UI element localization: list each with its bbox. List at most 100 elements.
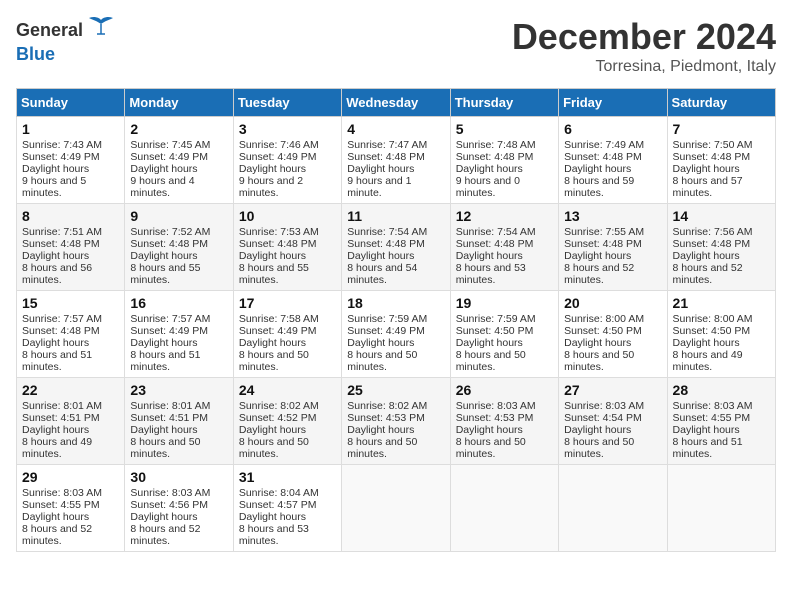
daylight-duration: 8 hours and 55 minutes. [239, 262, 309, 286]
daylight-label: Daylight hours [673, 163, 740, 175]
sunrise-text: Sunrise: 8:00 AM [564, 313, 644, 325]
sunrise-text: Sunrise: 7:51 AM [22, 226, 102, 238]
sunrise-text: Sunrise: 8:02 AM [347, 400, 427, 412]
daylight-duration: 8 hours and 52 minutes. [22, 523, 92, 547]
empty-cell [450, 465, 558, 552]
day-number: 4 [347, 121, 444, 137]
daylight-duration: 8 hours and 49 minutes. [673, 349, 743, 373]
day-cell: 12 Sunrise: 7:54 AM Sunset: 4:48 PM Dayl… [450, 204, 558, 291]
day-number: 26 [456, 382, 553, 398]
daylight-label: Daylight hours [564, 163, 631, 175]
daylight-duration: 8 hours and 49 minutes. [22, 436, 92, 460]
day-cell: 3 Sunrise: 7:46 AM Sunset: 4:49 PM Dayli… [233, 117, 341, 204]
sunset-text: Sunset: 4:48 PM [456, 238, 534, 250]
day-number: 8 [22, 208, 119, 224]
day-cell: 29 Sunrise: 8:03 AM Sunset: 4:55 PM Dayl… [17, 465, 125, 552]
daylight-duration: 8 hours and 50 minutes. [456, 349, 526, 373]
daylight-duration: 8 hours and 57 minutes. [673, 175, 743, 199]
daylight-label: Daylight hours [22, 511, 89, 523]
sunrise-text: Sunrise: 7:56 AM [673, 226, 753, 238]
daylight-label: Daylight hours [22, 424, 89, 436]
daylight-label: Daylight hours [564, 424, 631, 436]
sunrise-text: Sunrise: 7:49 AM [564, 139, 644, 151]
day-cell: 14 Sunrise: 7:56 AM Sunset: 4:48 PM Dayl… [667, 204, 775, 291]
day-cell: 31 Sunrise: 8:04 AM Sunset: 4:57 PM Dayl… [233, 465, 341, 552]
daylight-duration: 8 hours and 53 minutes. [239, 523, 309, 547]
sunset-text: Sunset: 4:48 PM [564, 151, 642, 163]
empty-cell [667, 465, 775, 552]
sunset-text: Sunset: 4:57 PM [239, 499, 317, 511]
sunset-text: Sunset: 4:48 PM [130, 238, 208, 250]
daylight-label: Daylight hours [673, 250, 740, 262]
day-cell: 24 Sunrise: 8:02 AM Sunset: 4:52 PM Dayl… [233, 378, 341, 465]
daylight-duration: 8 hours and 59 minutes. [564, 175, 634, 199]
daylight-duration: 8 hours and 50 minutes. [130, 436, 200, 460]
sunset-text: Sunset: 4:55 PM [22, 499, 100, 511]
day-number: 18 [347, 295, 444, 311]
week-row: 8 Sunrise: 7:51 AM Sunset: 4:48 PM Dayli… [17, 204, 776, 291]
logo: General Blue [16, 16, 115, 65]
daylight-label: Daylight hours [347, 250, 414, 262]
daylight-label: Daylight hours [239, 337, 306, 349]
sunset-text: Sunset: 4:51 PM [22, 412, 100, 424]
daylight-duration: 8 hours and 55 minutes. [130, 262, 200, 286]
daylight-label: Daylight hours [239, 163, 306, 175]
location-subtitle: Torresina, Piedmont, Italy [512, 58, 776, 76]
daylight-duration: 9 hours and 1 minute. [347, 175, 411, 199]
day-number: 3 [239, 121, 336, 137]
sunrise-text: Sunrise: 7:50 AM [673, 139, 753, 151]
daylight-duration: 8 hours and 50 minutes. [456, 436, 526, 460]
week-row: 1 Sunrise: 7:43 AM Sunset: 4:49 PM Dayli… [17, 117, 776, 204]
sunrise-text: Sunrise: 7:57 AM [22, 313, 102, 325]
sunrise-text: Sunrise: 8:01 AM [130, 400, 210, 412]
day-number: 28 [673, 382, 770, 398]
week-row: 22 Sunrise: 8:01 AM Sunset: 4:51 PM Dayl… [17, 378, 776, 465]
col-tuesday: Tuesday [233, 89, 341, 117]
day-cell: 28 Sunrise: 8:03 AM Sunset: 4:55 PM Dayl… [667, 378, 775, 465]
sunset-text: Sunset: 4:48 PM [673, 238, 751, 250]
sunset-text: Sunset: 4:49 PM [130, 151, 208, 163]
sunset-text: Sunset: 4:48 PM [456, 151, 534, 163]
sunset-text: Sunset: 4:51 PM [130, 412, 208, 424]
sunrise-text: Sunrise: 7:48 AM [456, 139, 536, 151]
day-number: 17 [239, 295, 336, 311]
daylight-label: Daylight hours [456, 250, 523, 262]
daylight-label: Daylight hours [564, 250, 631, 262]
daylight-label: Daylight hours [130, 424, 197, 436]
day-number: 20 [564, 295, 661, 311]
day-number: 21 [673, 295, 770, 311]
sunset-text: Sunset: 4:48 PM [239, 238, 317, 250]
sunrise-text: Sunrise: 7:59 AM [347, 313, 427, 325]
sunset-text: Sunset: 4:48 PM [564, 238, 642, 250]
logo-text: General [16, 20, 83, 41]
daylight-label: Daylight hours [456, 424, 523, 436]
day-number: 15 [22, 295, 119, 311]
day-cell: 27 Sunrise: 8:03 AM Sunset: 4:54 PM Dayl… [559, 378, 667, 465]
day-number: 29 [22, 469, 119, 485]
sunrise-text: Sunrise: 7:53 AM [239, 226, 319, 238]
sunset-text: Sunset: 4:49 PM [22, 151, 100, 163]
day-number: 23 [130, 382, 227, 398]
daylight-label: Daylight hours [456, 337, 523, 349]
sunset-text: Sunset: 4:48 PM [673, 151, 751, 163]
day-cell: 23 Sunrise: 8:01 AM Sunset: 4:51 PM Dayl… [125, 378, 233, 465]
sunrise-text: Sunrise: 8:03 AM [673, 400, 753, 412]
sunset-text: Sunset: 4:50 PM [456, 325, 534, 337]
col-monday: Monday [125, 89, 233, 117]
day-cell: 21 Sunrise: 8:00 AM Sunset: 4:50 PM Dayl… [667, 291, 775, 378]
day-cell: 20 Sunrise: 8:00 AM Sunset: 4:50 PM Dayl… [559, 291, 667, 378]
sunset-text: Sunset: 4:50 PM [564, 325, 642, 337]
sunset-text: Sunset: 4:49 PM [130, 325, 208, 337]
daylight-label: Daylight hours [239, 250, 306, 262]
sunset-text: Sunset: 4:56 PM [130, 499, 208, 511]
daylight-label: Daylight hours [564, 337, 631, 349]
daylight-duration: 8 hours and 50 minutes. [239, 349, 309, 373]
month-title: December 2024 [512, 16, 776, 58]
daylight-duration: 9 hours and 2 minutes. [239, 175, 303, 199]
daylight-duration: 8 hours and 54 minutes. [347, 262, 417, 286]
day-cell: 11 Sunrise: 7:54 AM Sunset: 4:48 PM Dayl… [342, 204, 450, 291]
sunset-text: Sunset: 4:55 PM [673, 412, 751, 424]
week-row: 15 Sunrise: 7:57 AM Sunset: 4:48 PM Dayl… [17, 291, 776, 378]
col-sunday: Sunday [17, 89, 125, 117]
daylight-duration: 8 hours and 53 minutes. [456, 262, 526, 286]
